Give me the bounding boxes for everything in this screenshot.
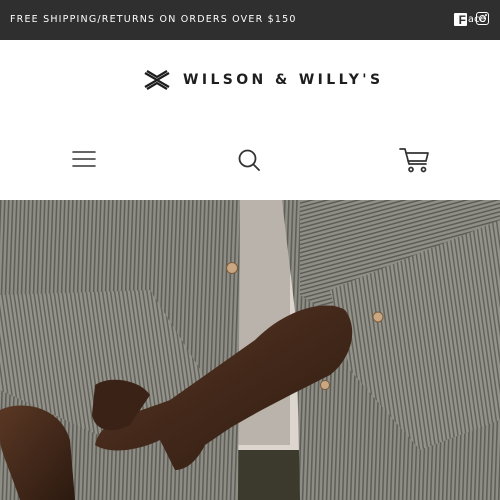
instagram-icon[interactable]	[476, 12, 489, 25]
facebook-glyph: F	[458, 12, 466, 27]
announcement-bar: FREE SHIPPING/RETURNS ON ORDERS OVER $15…	[0, 0, 500, 40]
search-icon	[238, 149, 260, 171]
hero-photo	[0, 200, 500, 500]
facebook-icon[interactable]: F	[454, 12, 467, 27]
brand-name: WILSON & WILLY'S	[183, 72, 384, 88]
cart-icon	[399, 148, 429, 173]
brand-logo[interactable]: WILSON & WILLY'S	[144, 70, 383, 90]
cart-button[interactable]	[398, 145, 432, 175]
hamburger-menu-icon	[72, 151, 96, 167]
search-button[interactable]	[235, 146, 263, 174]
announcement-text: FREE SHIPPING/RETURNS ON ORDERS OVER $15…	[10, 14, 297, 25]
menu-button[interactable]	[70, 147, 98, 171]
hero-image[interactable]	[0, 200, 500, 500]
brand-mark-icon	[144, 70, 170, 90]
